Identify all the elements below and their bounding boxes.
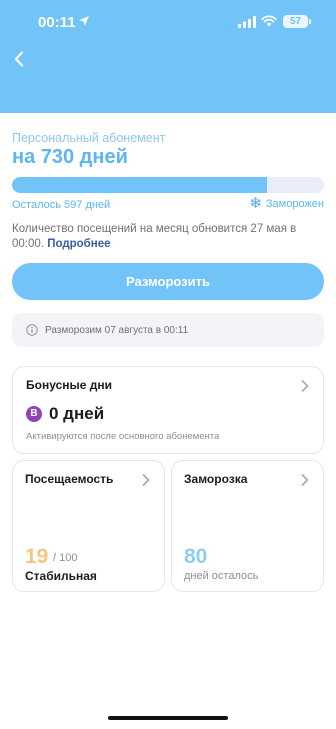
location-arrow-icon: [79, 16, 89, 26]
attendance-card[interactable]: Посещаемость 19 / 100 Стабильная: [12, 460, 165, 592]
battery-tip: [309, 19, 311, 24]
home-indicator: [108, 716, 228, 720]
freeze-card[interactable]: Заморозка 80 дней осталось: [171, 460, 324, 592]
signal-icon: [238, 16, 256, 28]
remaining-days: Осталось 597 дней: [12, 199, 111, 211]
attendance-status: Стабильная: [25, 569, 97, 583]
info-icon: [26, 324, 38, 336]
snowflake-icon: ❄: [249, 195, 262, 212]
attendance-max: / 100: [53, 552, 78, 564]
subscription-label: Персональный абонемент: [12, 131, 166, 145]
unfreeze-button[interactable]: Разморозить: [12, 263, 324, 300]
visits-notice: Количество посещений на месяц обновится …: [12, 222, 326, 252]
attendance-value: 19: [25, 545, 49, 568]
freeze-title: Заморозка: [184, 472, 248, 486]
unfreeze-info-box: Разморозим 07 августа в 00:11: [12, 313, 324, 347]
bonus-days-card[interactable]: Бонусные дни B 0 дней Активируются после…: [12, 366, 324, 454]
chevron-right-icon: [301, 474, 309, 486]
frozen-label: Заморожен: [265, 198, 324, 210]
subscription-title: на 730 дней: [12, 146, 128, 168]
chevron-right-icon: [142, 474, 150, 486]
freeze-days-value: 80: [184, 545, 208, 568]
status-time: 00:11: [38, 14, 76, 31]
battery-indicator: 57: [283, 15, 308, 28]
freeze-days-note: дней осталось: [184, 570, 259, 582]
status-bar: 00:11 57: [0, 0, 336, 44]
attendance-title: Посещаемость: [25, 472, 114, 486]
subscription-progress-bar: [12, 177, 324, 193]
back-button[interactable]: [8, 48, 30, 70]
bonus-days-value: 0 дней: [49, 404, 105, 423]
chevron-right-icon: [301, 380, 309, 392]
more-link[interactable]: Подробнее: [47, 238, 110, 250]
unfreeze-info-text: Разморозим 07 августа в 00:11: [45, 324, 189, 336]
chevron-left-icon: [14, 51, 24, 67]
progress-fill: [12, 177, 268, 193]
bonus-days-note: Активируются после основного абонемента: [26, 431, 220, 442]
bonus-days-title: Бонусные дни: [26, 378, 112, 392]
frozen-status: ❄ Заморожен: [249, 195, 324, 212]
wifi-icon: [261, 15, 277, 27]
bonus-badge-icon: B: [26, 406, 42, 422]
